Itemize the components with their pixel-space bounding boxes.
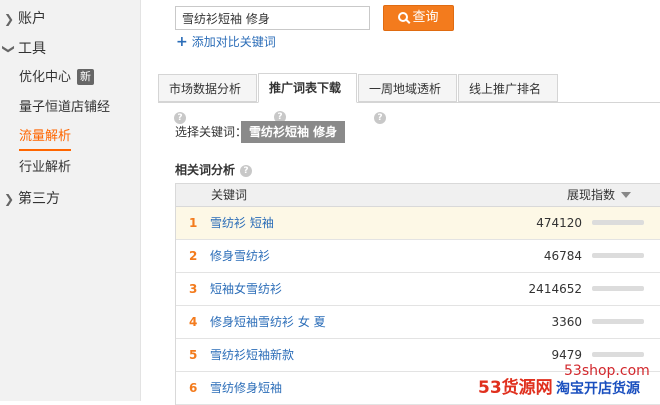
sidebar-item-traffic-analysis[interactable]: 流量解析 <box>19 127 72 151</box>
watermark-brand: 53货源网 <box>478 378 553 398</box>
section-title-text: 相关词分析 <box>175 163 236 177</box>
chevron-right-icon: ❯ <box>3 192 15 206</box>
row-rank: 1 <box>189 216 198 230</box>
row-index-value: 474120 <box>536 216 582 230</box>
sidebar: ❯ 账户 ❯ 工具 优化中心新 量子恒道店铺经 流量解析 行业解析 ❯ 第三方 <box>0 0 141 401</box>
sidebar-group-account[interactable]: ❯ 账户 <box>0 6 46 32</box>
row-rank: 5 <box>189 348 198 362</box>
row-keyword-link[interactable]: 修身短袖雪纺衫 女 夏 <box>210 315 326 329</box>
chevron-down-icon: ❯ <box>2 43 16 55</box>
sidebar-item-label: 量子恒道店铺经 <box>19 100 111 115</box>
table-row: 3 短袖女雪纺衫 2414652 <box>176 273 660 306</box>
sidebar-group-label: 账户 <box>18 11 46 27</box>
sidebar-item-quantum-hengdao[interactable]: 量子恒道店铺经 <box>19 97 110 119</box>
sidebar-group-tools[interactable]: ❯ 工具 <box>0 36 46 62</box>
tab-bar: 市场数据分析? 推广词表下载? 一周地域透析? 线上推广排名 <box>158 72 660 124</box>
sidebar-group-label: 工具 <box>18 41 46 57</box>
watermark-slogan: 淘宝开店货源 <box>556 381 640 397</box>
row-keyword-link[interactable]: 短袖女雪纺衫 <box>210 282 282 296</box>
tab-label: 推广词表下载 <box>269 81 342 95</box>
search-icon <box>398 12 409 22</box>
column-header-keyword: 关键词 <box>211 188 248 202</box>
index-bar <box>592 352 644 357</box>
index-bar <box>592 286 644 291</box>
table-header: 关键词 展现指数 <box>176 184 660 207</box>
row-index-value: 2414652 <box>528 282 582 296</box>
row-keyword-link[interactable]: 雪纺衫 短袖 <box>210 216 274 230</box>
row-index-value: 46784 <box>543 249 582 263</box>
index-bar <box>592 253 644 258</box>
row-index-value: 3360 <box>551 315 582 329</box>
tab-keyword-download[interactable]: 推广词表下载? <box>258 73 357 123</box>
add-compare-label: 添加对比关键词 <box>191 35 276 49</box>
row-rank: 2 <box>189 249 198 263</box>
help-icon[interactable]: ? <box>374 112 386 124</box>
sort-desc-icon <box>621 192 632 198</box>
sidebar-group-third-party[interactable]: ❯ 第三方 <box>0 186 60 212</box>
help-icon[interactable]: ? <box>174 112 186 124</box>
row-rank: 6 <box>189 381 198 395</box>
tab-label: 一周地域透析 <box>369 82 442 96</box>
row-index-value: 9479 <box>551 348 582 362</box>
watermark-url: 53shop.com <box>564 363 650 379</box>
sidebar-item-label: 行业解析 <box>19 160 72 175</box>
table-row: 1 雪纺衫 短袖 474120 <box>176 207 660 240</box>
keyword-search-input[interactable] <box>175 6 370 30</box>
sidebar-item-optimization-center[interactable]: 优化中心新 <box>19 67 95 89</box>
row-rank: 3 <box>189 282 198 296</box>
tab-label: 市场数据分析 <box>169 82 242 96</box>
sidebar-item-industry-analysis[interactable]: 行业解析 <box>19 157 71 179</box>
column-header-index[interactable]: 展现指数 <box>567 187 632 203</box>
index-bar <box>592 220 644 225</box>
search-button[interactable]: 查询 <box>383 5 454 31</box>
table-row: 4 修身短袖雪纺衫 女 夏 3360 <box>176 306 660 339</box>
table-row: 2 修身雪纺衫 46784 <box>176 240 660 273</box>
plus-icon: + <box>176 34 188 50</box>
tab-label: 线上推广排名 <box>469 82 542 96</box>
watermark: 53shop.com 53货源网 淘宝开店货源 <box>474 363 660 401</box>
tab-online-ranking[interactable]: 线上推广排名 <box>458 74 558 102</box>
row-keyword-link[interactable]: 修身雪纺衫 <box>210 249 270 263</box>
select-keyword-label: 选择关键词： <box>175 125 248 139</box>
tab-weekly-region[interactable]: 一周地域透析? <box>358 74 457 124</box>
selected-keyword-chip[interactable]: 雪纺衫短袖 修身 <box>241 121 346 143</box>
chevron-right-icon: ❯ <box>3 12 15 26</box>
row-rank: 4 <box>189 315 198 329</box>
index-bar <box>592 319 644 324</box>
sidebar-item-label: 流量解析 <box>19 129 72 144</box>
row-keyword-link[interactable]: 雪纺修身短袖 <box>210 381 282 395</box>
add-compare-keyword-link[interactable]: + 添加对比关键词 <box>176 34 276 50</box>
sidebar-item-label: 优化中心 <box>19 70 72 85</box>
column-header-index-label: 展现指数 <box>567 188 616 202</box>
sidebar-group-label: 第三方 <box>18 191 60 207</box>
related-keywords-title: 相关词分析? <box>175 162 253 178</box>
help-icon[interactable]: ? <box>240 165 253 177</box>
tab-market-data[interactable]: 市场数据分析? <box>158 74 257 124</box>
new-badge: 新 <box>77 69 95 85</box>
row-keyword-link[interactable]: 雪纺衫短袖新款 <box>210 348 294 362</box>
search-button-label: 查询 <box>412 10 439 25</box>
